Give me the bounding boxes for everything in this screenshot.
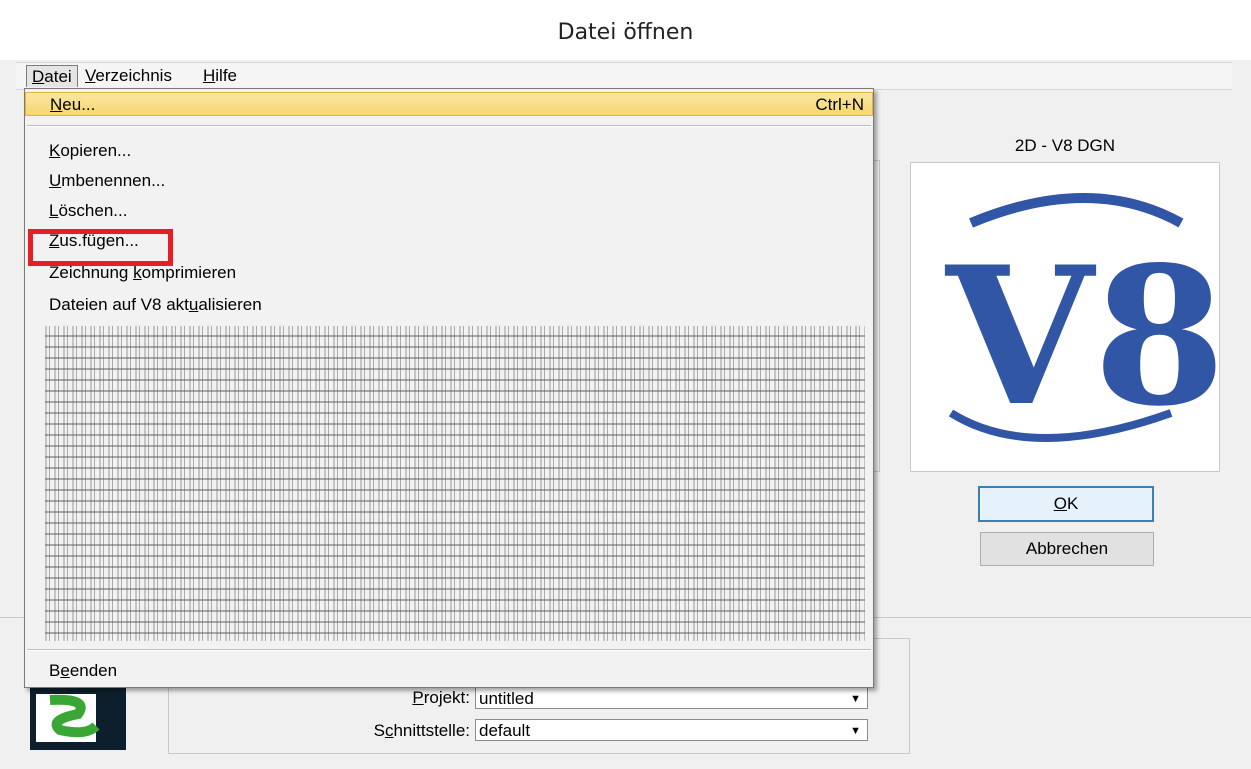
ok-button[interactable]: OK <box>978 486 1154 522</box>
v8-logo-icon: V8 <box>944 193 1226 448</box>
menu-hilfe[interactable]: Hilfe <box>198 65 242 86</box>
menu-item-exit[interactable]: Beenden <box>25 659 873 683</box>
menu-hilfe-label: ilfe <box>215 66 238 85</box>
menu-item-exit-label: Beenden <box>49 661 118 680</box>
menu-separator <box>27 649 871 651</box>
menu-item-upgrade-v8[interactable]: Dateien auf V8 aktualisieren <box>25 293 873 317</box>
dropdown-arrow-icon[interactable]: ▼ <box>850 720 861 742</box>
dropdown-arrow-icon[interactable]: ▼ <box>850 688 861 710</box>
annotation-highlight-box <box>28 229 173 266</box>
menu-item-rename-label: Umbenennen... <box>49 171 166 190</box>
ok-label-rest: K <box>1066 494 1079 513</box>
recent-files-list <box>45 326 865 641</box>
menu-item-new[interactable]: Neu... Ctrl+N <box>25 92 873 116</box>
menu-item-upgrade-v8-label: Dateien auf V8 aktualisieren <box>49 295 262 314</box>
menu-item-delete-label: Löschen... <box>49 201 128 220</box>
menu-item-rename[interactable]: Umbenennen... <box>25 169 873 193</box>
cancel-button[interactable]: Abbrechen <box>980 532 1154 566</box>
menu-verzeichnis[interactable]: Verzeichnis <box>80 65 177 86</box>
preview-label: 2D - V8 DGN <box>1014 136 1116 155</box>
interface-select[interactable]: default ▼ <box>475 719 868 741</box>
menu-datei[interactable]: Datei <box>26 65 78 87</box>
interface-label: Schnittstelle: <box>373 721 470 740</box>
title-bar: Datei öffnen <box>0 0 1251 60</box>
interface-value: default <box>479 721 531 740</box>
menu-separator <box>27 125 871 127</box>
menu-item-copy[interactable]: Kopieren... <box>25 139 873 163</box>
preview-image: V8 <box>910 162 1226 472</box>
menu-datei-label: atei <box>44 67 72 86</box>
menu-item-new-shortcut: Ctrl+N <box>815 95 864 114</box>
menu-item-new-label: Neu... <box>50 95 96 114</box>
project-label: Projekt: <box>412 688 470 707</box>
logo-text: V8 <box>944 225 1219 448</box>
project-select[interactable]: untitled ▼ <box>475 687 868 709</box>
menu-item-delete[interactable]: Löschen... <box>25 199 873 223</box>
window-title: Datei öffnen <box>557 20 694 45</box>
project-value: untitled <box>479 689 534 708</box>
menu-item-copy-label: Kopieren... <box>49 141 132 160</box>
menu-bar: Datei Verzeichnis Hilfe <box>16 62 1232 90</box>
menu-verzeichnis-label: erzeichnis <box>95 66 172 85</box>
ok-mnemonic: O <box>1053 494 1067 513</box>
file-menu-dropdown: Neu... Ctrl+N Kopieren... Umbenennen... … <box>24 88 874 688</box>
